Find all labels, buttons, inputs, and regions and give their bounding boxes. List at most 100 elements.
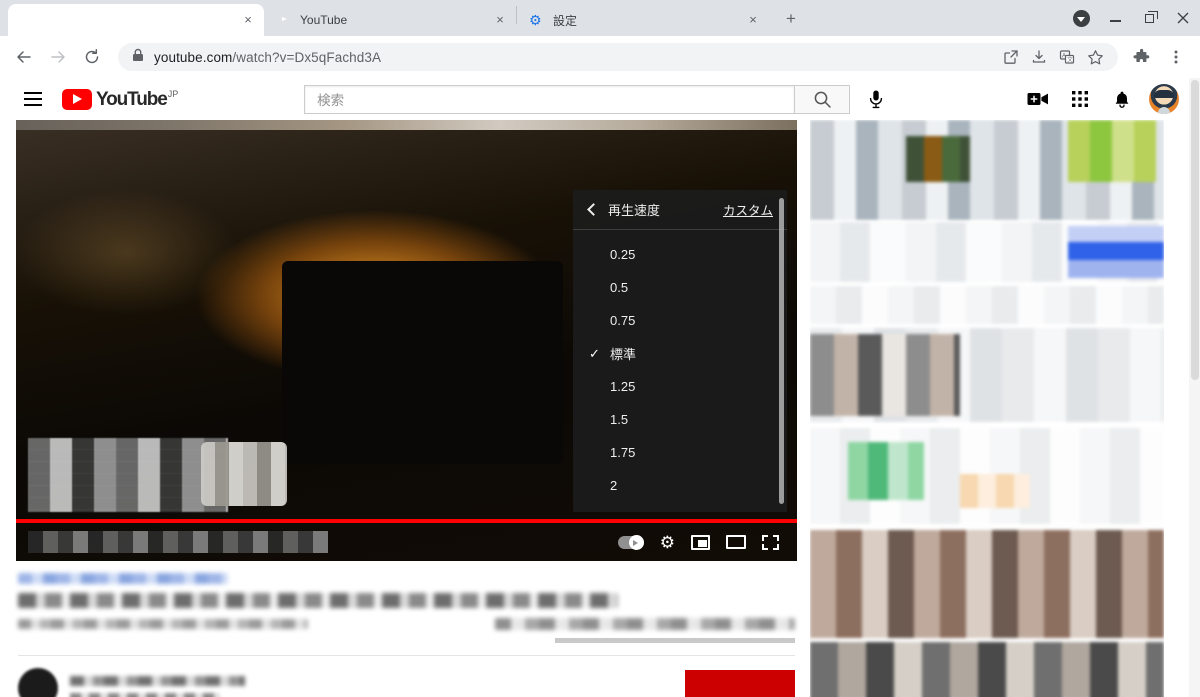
player-control-bar: ⚙ xyxy=(16,523,797,561)
address-bar[interactable]: youtube.com/watch?v=Dx5qFachd3A A文 xyxy=(118,43,1118,71)
video-mosaic-overlay xyxy=(28,438,228,512)
subscribe-button[interactable] xyxy=(685,670,795,697)
primary-column: 再生速度 カスタム 0.25 0.5 0.75 ✓ 標準 1.25 1.5 1.… xyxy=(16,120,797,697)
hamburger-menu-icon[interactable] xyxy=(16,92,52,106)
apps-grid-icon[interactable] xyxy=(1062,81,1098,117)
sidebar-thumb-accent xyxy=(960,474,1030,508)
tab-0-close-icon[interactable]: × xyxy=(240,12,256,28)
sidebar-item-6[interactable] xyxy=(810,642,1164,697)
page-scrollbar-thumb[interactable] xyxy=(1191,80,1199,380)
voice-search-icon[interactable] xyxy=(858,89,894,109)
search-button[interactable] xyxy=(794,84,851,114)
close-window-button[interactable] xyxy=(1166,2,1200,34)
translate-icon[interactable]: A文 xyxy=(1054,44,1080,70)
tab-strip: × YouTube × ⚙ 設定 × + xyxy=(0,0,1200,36)
speed-option-0.5[interactable]: 0.5 xyxy=(573,271,787,304)
sidebar-item-4[interactable] xyxy=(810,428,1164,524)
svg-text:文: 文 xyxy=(1067,56,1073,64)
video-player[interactable]: 再生速度 カスタム 0.25 0.5 0.75 ✓ 標準 1.25 1.5 1.… xyxy=(16,120,797,561)
window-controls xyxy=(1064,0,1200,36)
tab-0[interactable]: × xyxy=(8,4,264,36)
youtube-icon xyxy=(20,12,36,28)
youtube-page: YouTube JP 検索 再生速度 カスタム 0.25 0.5 0.75 ✓ … xyxy=(0,78,1200,697)
channel-subscriber-count xyxy=(70,692,220,697)
youtube-header-actions xyxy=(1020,81,1184,117)
tab-1-title: YouTube xyxy=(300,13,348,27)
speed-option-label: 1.5 xyxy=(610,412,629,427)
channel-avatar[interactable] xyxy=(18,668,58,697)
speed-option-label: 0.25 xyxy=(610,247,636,262)
sidebar-thumb-accent xyxy=(1068,226,1164,278)
video-tags[interactable] xyxy=(18,573,228,584)
video-meta xyxy=(16,561,797,697)
playback-speed-menu[interactable]: 再生速度 カスタム 0.25 0.5 0.75 ✓ 標準 1.25 1.5 1.… xyxy=(573,190,787,512)
tab-2-title: 設定 xyxy=(553,13,578,28)
sidebar-item-2[interactable] xyxy=(810,286,1164,324)
speed-option-0.75[interactable]: 0.75 xyxy=(573,304,787,337)
minimize-button[interactable] xyxy=(1098,2,1132,34)
three-dot-menu-icon[interactable] xyxy=(1160,41,1192,73)
speed-option-label: 0.75 xyxy=(610,313,636,328)
omnibox-icons: A文 xyxy=(998,44,1108,70)
video-top-strip xyxy=(16,120,797,130)
new-tab-button[interactable]: + xyxy=(777,5,805,33)
search-input[interactable]: 検索 xyxy=(304,84,795,114)
speed-option-label: 標準 xyxy=(610,347,637,362)
video-action-buttons[interactable] xyxy=(495,618,795,630)
page-scrollbar[interactable] xyxy=(1189,78,1200,697)
youtube-header: YouTube JP 検索 xyxy=(0,78,1200,120)
gear-icon[interactable]: ⚙ xyxy=(660,534,675,551)
download-icon[interactable] xyxy=(1064,2,1098,34)
speed-option-label: 0.5 xyxy=(610,280,629,295)
menu-scrollbar[interactable] xyxy=(779,198,784,504)
tab-2[interactable]: ⚙ 設定 × xyxy=(517,4,769,36)
youtube-logo[interactable]: YouTube JP xyxy=(62,88,178,110)
bookmark-star-icon[interactable] xyxy=(1082,44,1108,70)
channel-texts xyxy=(70,675,245,697)
sidebar-thumb-accent xyxy=(1068,120,1156,182)
player-right-controls: ⚙ xyxy=(617,534,785,551)
maximize-button[interactable] xyxy=(1132,2,1166,34)
sidebar-thumb-accent xyxy=(906,136,970,182)
back-button[interactable] xyxy=(8,41,40,73)
speed-option-1.75[interactable]: 1.75 xyxy=(573,436,787,469)
speed-option-1.25[interactable]: 1.25 xyxy=(573,370,787,403)
theater-mode-icon[interactable] xyxy=(726,535,746,549)
video-title xyxy=(18,593,618,608)
speed-option-2[interactable]: 2 xyxy=(573,469,787,502)
url-host: youtube.com xyxy=(154,49,233,65)
miniplayer-icon[interactable] xyxy=(691,534,710,550)
sidebar-item-3[interactable] xyxy=(810,328,1164,422)
create-video-icon[interactable] xyxy=(1020,81,1056,117)
video-mosaic-overlay-2 xyxy=(201,442,287,506)
custom-speed-link[interactable]: カスタム xyxy=(723,200,773,219)
playback-speed-menu-header: 再生速度 カスタム xyxy=(573,190,787,230)
extensions-puzzle-icon[interactable] xyxy=(1126,41,1158,73)
sidebar-thumbnail xyxy=(810,334,960,416)
forward-button[interactable] xyxy=(42,41,74,73)
speed-option-normal[interactable]: ✓ 標準 xyxy=(573,337,787,370)
fullscreen-icon[interactable] xyxy=(762,534,779,550)
tab-1-close-icon[interactable]: × xyxy=(492,12,508,28)
share-icon[interactable] xyxy=(998,44,1024,70)
video-view-count xyxy=(18,619,308,629)
playback-speed-options: 0.25 0.5 0.75 ✓ 標準 1.25 1.5 1.75 2 xyxy=(573,230,787,502)
sidebar-item-0[interactable] xyxy=(810,120,1164,220)
sidebar-item-1[interactable] xyxy=(810,222,1164,282)
reload-button[interactable] xyxy=(76,41,108,73)
speed-option-0.25[interactable]: 0.25 xyxy=(573,238,787,271)
channel-name[interactable] xyxy=(70,675,245,686)
autoplay-toggle[interactable] xyxy=(617,534,644,550)
player-left-controls-blurred[interactable] xyxy=(28,531,328,553)
avatar[interactable] xyxy=(1146,81,1182,117)
tab-1[interactable]: YouTube × xyxy=(264,4,516,36)
youtube-search-area: 検索 xyxy=(304,84,894,114)
youtube-icon xyxy=(276,12,292,28)
sidebar-item-5[interactable] xyxy=(810,530,1164,638)
download-icon[interactable] xyxy=(1026,44,1052,70)
tab-2-close-icon[interactable]: × xyxy=(745,12,761,28)
bell-icon[interactable] xyxy=(1104,81,1140,117)
back-chevron-icon[interactable] xyxy=(587,203,600,216)
speed-option-1.5[interactable]: 1.5 xyxy=(573,403,787,436)
browser-toolbar: youtube.com/watch?v=Dx5qFachd3A A文 xyxy=(0,36,1200,78)
